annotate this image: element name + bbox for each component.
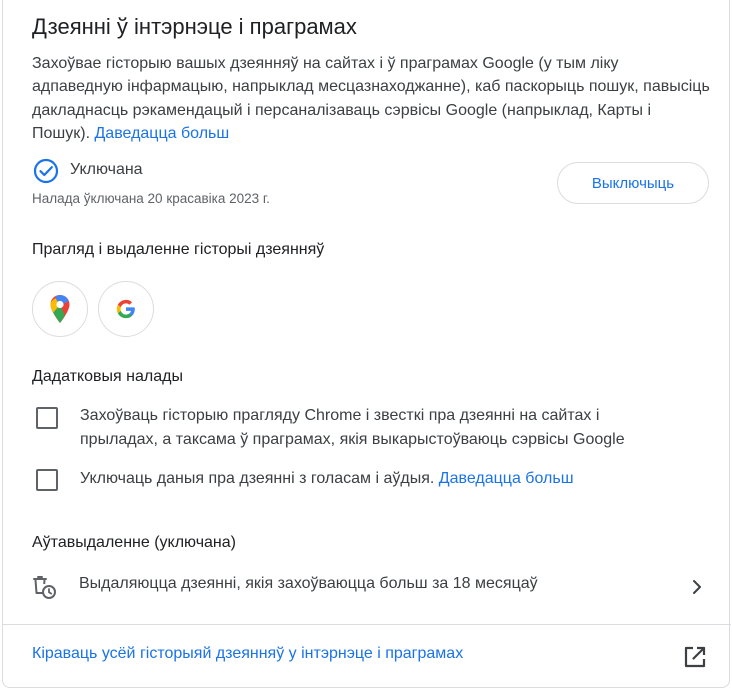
voice-audio-label: Уключаць даныя пра дзеянні з голасам і а… [80, 470, 435, 487]
web-app-activity-card: Дзеянні ў інтэрнэце і праграмах Захоўвае… [2, 0, 731, 688]
open-in-new-icon[interactable] [682, 644, 708, 670]
auto-delete-row[interactable]: Выдаляюцца дзеянні, якія захоўваюцца бол… [3, 562, 731, 612]
status-date: Налада ўключана 20 красавіка 2023 г. [32, 191, 270, 206]
auto-delete-text: Выдаляюцца дзеянні, якія захоўваюцца бол… [79, 575, 538, 592]
manage-history-link[interactable]: Кіраваць усёй гісторыяй дзеянняў у інтэр… [32, 645, 463, 663]
voice-audio-label-wrap: Уключаць даныя пра дзеянні з голасам і а… [80, 467, 574, 491]
voice-learn-more-link[interactable]: Даведацца больш [439, 470, 574, 487]
chrome-history-checkbox[interactable] [36, 407, 58, 429]
auto-delete-heading: Аўтавыдаленне (уключана) [32, 534, 236, 551]
footer-divider [3, 624, 731, 625]
google-g-icon [116, 299, 135, 319]
voice-audio-option: Уключаць даныя пра дзеянні з голасам і а… [32, 467, 712, 493]
google-search-button[interactable] [98, 281, 154, 337]
status-label: Уключана [70, 161, 143, 178]
learn-more-link[interactable]: Даведацца больш [94, 125, 229, 142]
chrome-history-label: Захоўваць гісторыю прагляду Chrome і зве… [80, 407, 625, 448]
page-title: Дзеянні ў інтэрнэце і праграмах [32, 14, 357, 39]
activity-description: Захоўвае гісторыю вашых дзеянняў на сайт… [32, 52, 712, 145]
google-maps-icon [50, 295, 70, 323]
chevron-right-icon [693, 580, 701, 594]
view-history-heading: Прагляд і выдаленне гісторыі дзеянняў [32, 241, 325, 258]
chrome-history-option: Захоўваць гісторыю прагляду Chrome і зве… [32, 404, 712, 454]
google-maps-button[interactable] [32, 281, 88, 337]
voice-audio-checkbox[interactable] [36, 469, 58, 491]
additional-settings-heading: Дадатковыя налады [32, 368, 183, 385]
turn-off-button[interactable]: Выключыць [557, 162, 709, 204]
check-circle-icon [33, 158, 59, 184]
auto-delete-icon [33, 576, 56, 599]
